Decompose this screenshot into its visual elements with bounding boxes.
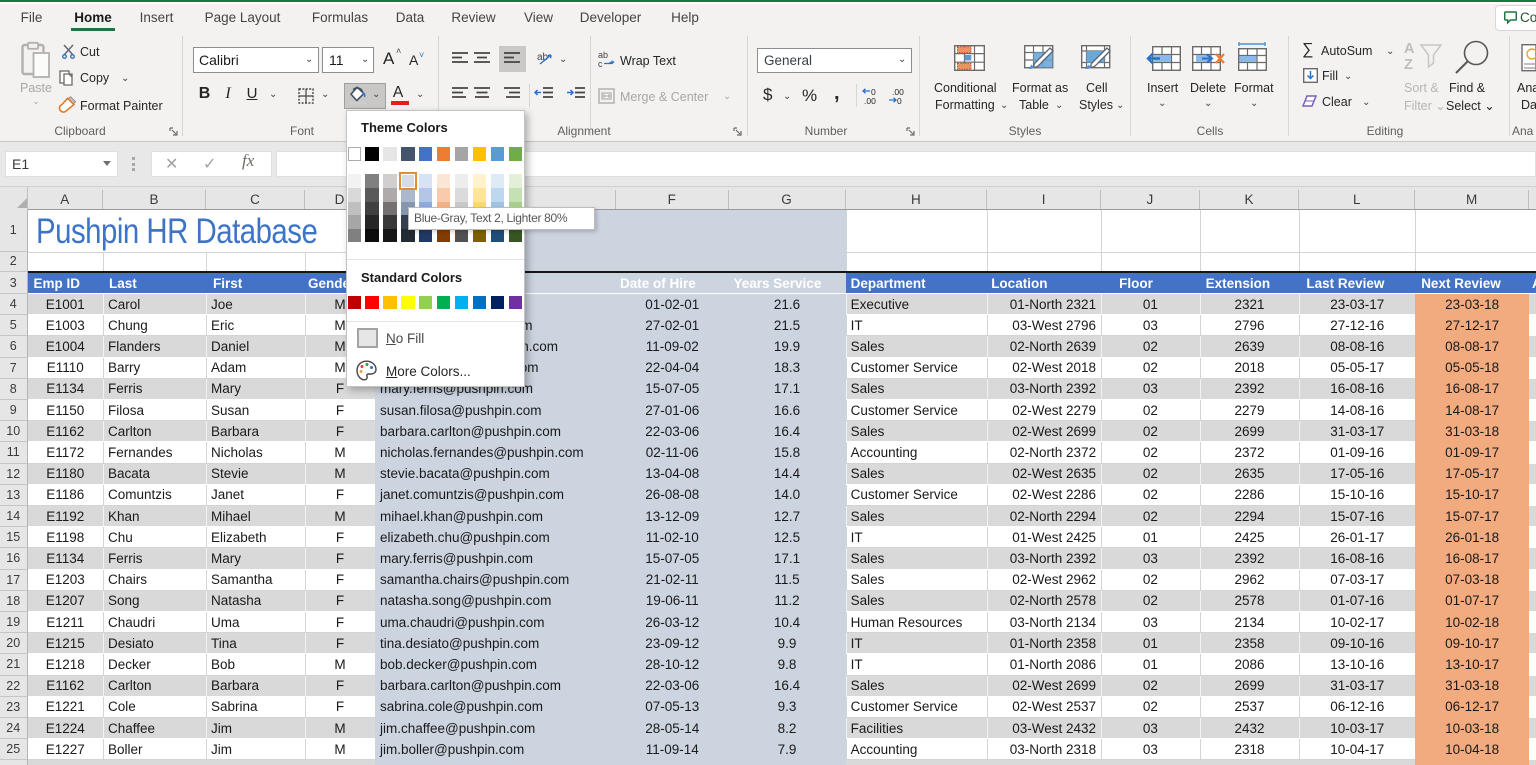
svg-text:c: c xyxy=(598,59,603,69)
svg-text:0: 0 xyxy=(897,96,902,106)
svg-text:.00: .00 xyxy=(864,96,876,106)
